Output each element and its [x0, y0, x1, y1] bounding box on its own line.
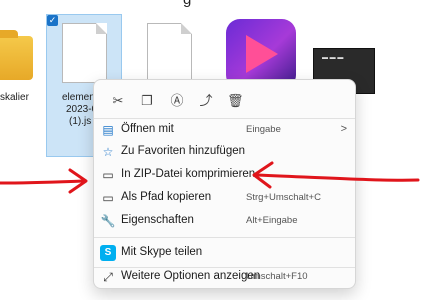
left-red-arrow: [0, 179, 86, 185]
document-icon[interactable]: [62, 23, 107, 83]
menu-item-shortcut: Eingabe: [246, 124, 281, 135]
open-with-icon: ▤: [102, 123, 114, 137]
cropped-header-text: g: [183, 0, 191, 8]
scissors-icon[interactable]: ✂: [110, 93, 126, 109]
menu-item-share-skype[interactable]: S Mit Skype teilen: [94, 242, 355, 264]
copy-icon[interactable]: ❐: [139, 93, 155, 109]
menu-item-label: Weitere Optionen anzeigen: [121, 270, 261, 282]
menu-item-shortcut: Alt+Eingabe: [246, 215, 298, 226]
folder-icon[interactable]: [0, 30, 33, 80]
divider: [94, 237, 355, 238]
menu-item-label: Öffnen mit: [121, 123, 174, 135]
menu-item-copy-path[interactable]: ▭ Als Pfad kopieren Strg+Umschalt+C: [94, 187, 355, 209]
delete-icon[interactable]: 🗑: [227, 93, 244, 109]
menu-item-more-options[interactable]: ⤢ Weitere Optionen anzeigen Umschalt+F10: [94, 266, 355, 288]
more-options-icon: ⤢: [103, 270, 113, 284]
share-icon[interactable]: ⤴: [198, 93, 214, 109]
rename-icon[interactable]: Ⓐ: [169, 93, 185, 109]
menu-item-label: Mit Skype teilen: [121, 246, 203, 258]
menu-item-label: Zu Favoriten hinzufügen: [121, 145, 246, 157]
checkbox-icon[interactable]: ✓: [47, 15, 58, 26]
menu-item-shortcut: Strg+Umschalt+C: [246, 192, 321, 203]
menu-item-label: Als Pfad kopieren: [121, 191, 212, 203]
menu-item-label: Eigenschaften: [121, 214, 194, 226]
menu-item-shortcut: Umschalt+F10: [246, 271, 308, 282]
left-red-arrowhead: [68, 168, 88, 194]
chevron-right-icon: >: [340, 123, 347, 135]
file-label-line-3: (1).js: [69, 116, 92, 127]
skype-icon: S: [100, 245, 116, 261]
file-label-skalier[interactable]: skalier: [0, 92, 29, 103]
play-icon: [246, 35, 278, 73]
menu-item-add-favorites[interactable]: ☆ Zu Favoriten hinzufügen: [94, 141, 355, 163]
path-icon: ▭: [102, 191, 114, 205]
wrench-icon: 🔧: [100, 214, 116, 228]
menu-item-open-with[interactable]: ▤ Öffnen mit Eingabe >: [94, 119, 355, 141]
zip-icon: ▭: [102, 168, 114, 182]
context-menu: ✂ ❐ Ⓐ ⤴ 🗑 ▤ Öffnen mit Eingabe > ☆ Zu Fa…: [93, 79, 356, 289]
menu-item-properties[interactable]: 🔧 Eigenschaften Alt+Eingabe: [94, 210, 355, 232]
menu-item-label: In ZIP-Datei komprimieren: [121, 168, 256, 180]
document-icon[interactable]: [147, 23, 192, 83]
star-icon: ☆: [102, 145, 114, 159]
menu-item-compress-zip[interactable]: ▭ In ZIP-Datei komprimieren: [94, 164, 355, 186]
